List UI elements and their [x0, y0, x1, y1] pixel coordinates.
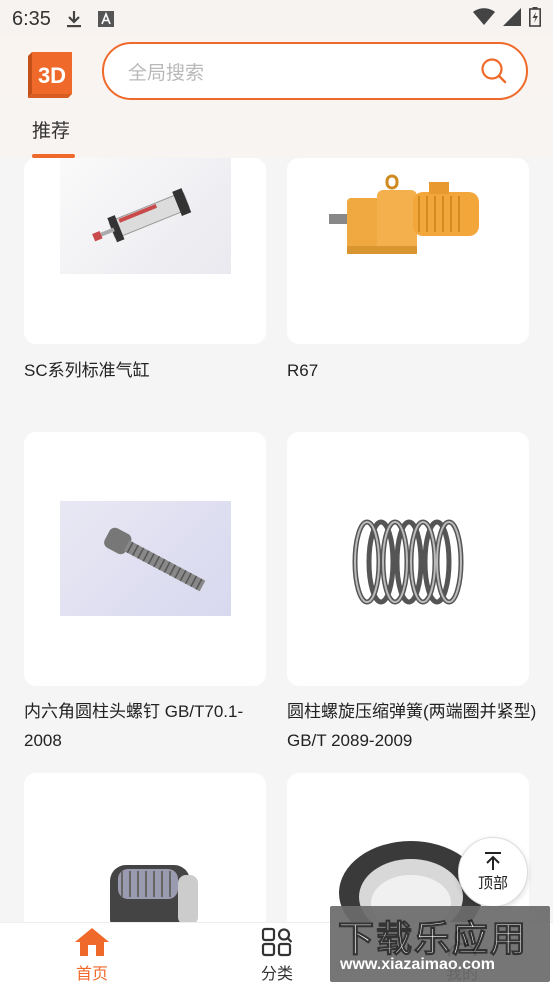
product-card[interactable] [287, 158, 529, 344]
watermark-sub: www.xiazaimao.com [340, 956, 496, 973]
product-card[interactable] [24, 773, 266, 922]
search-icon[interactable] [480, 57, 508, 85]
wifi-icon [473, 8, 495, 30]
product-image-gear-motor [327, 172, 487, 262]
svg-text:3D: 3D [38, 63, 66, 88]
product-image-spring [347, 512, 469, 622]
back-to-top-label: 顶部 [477, 874, 508, 892]
search-input[interactable]: 全局搜索 [102, 42, 528, 100]
battery-icon [529, 7, 541, 31]
nav-label-category: 分类 [260, 964, 293, 983]
back-to-top-button[interactable]: 顶部 [458, 837, 528, 907]
product-caption[interactable]: SC系列标准气缸 [24, 356, 274, 385]
status-time: 6:35 [12, 7, 51, 30]
nav-item-category[interactable]: 分类 [237, 927, 317, 984]
product-grid: SC系列标准气缸 R67 内六角圆柱头螺钉 GB/T70.1-2008 圆柱螺旋… [0, 158, 553, 922]
search-placeholder: 全局搜索 [128, 61, 205, 84]
nav-label-home: 首页 [75, 964, 108, 983]
arrow-up-icon [485, 852, 501, 870]
watermark: 下载乐应用 www.xiazaimao.com [330, 906, 550, 982]
product-caption[interactable]: 圆柱螺旋压缩弹簧(两端圈并紧型) GB/T 2089-2009 [287, 697, 537, 755]
signal-icon [503, 8, 521, 30]
app-logo[interactable]: 3D [24, 48, 78, 98]
watermark-main: 下载乐应用 [337, 919, 529, 961]
tab-recommend[interactable]: 推荐 [32, 116, 70, 143]
category-icon [261, 927, 293, 957]
product-caption[interactable]: R67 [287, 356, 537, 385]
product-card[interactable] [24, 158, 266, 344]
product-image-knurled-part [100, 855, 200, 922]
product-card[interactable] [287, 432, 529, 686]
status-bar: 6:35 [0, 0, 553, 38]
download-icon [65, 10, 83, 28]
product-image-cylinder [60, 158, 231, 274]
home-icon [75, 928, 109, 956]
product-caption[interactable]: 内六角圆柱头螺钉 GB/T70.1-2008 [24, 697, 274, 755]
nav-item-home[interactable]: 首页 [52, 927, 132, 984]
app-header: 3D 全局搜索 推荐 [0, 38, 553, 158]
product-card[interactable] [24, 432, 266, 686]
product-image-screw [60, 501, 231, 616]
a-icon [97, 10, 115, 28]
